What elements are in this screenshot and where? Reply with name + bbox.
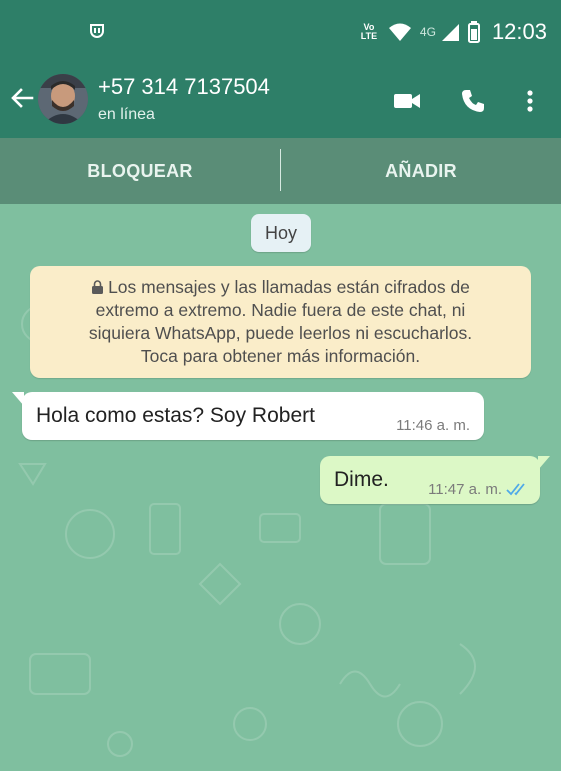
message-time: 11:47 a. m. [428, 481, 502, 498]
lock-icon [92, 280, 104, 294]
status-bar: Vo LTE 4G 12:03 [0, 0, 561, 62]
message-time: 11:46 a. m. [396, 417, 470, 434]
add-contact-button[interactable]: AÑADIR [281, 138, 561, 204]
encryption-notice-line-2: extremo a extremo. Nadie fuera de este c… [95, 300, 466, 320]
contact-status: en línea [98, 106, 155, 123]
video-call-icon[interactable] [392, 86, 422, 116]
back-arrow-icon[interactable] [8, 84, 36, 112]
battery-icon [467, 21, 480, 43]
message-text: Dime. [334, 468, 389, 491]
avatar[interactable] [38, 74, 88, 124]
encryption-notice-line-1: Los mensajes y las llamadas están cifrad… [40, 276, 521, 299]
more-vert-icon[interactable] [515, 86, 545, 116]
encryption-notice[interactable]: Los mensajes y las llamadas están cifrad… [30, 266, 531, 378]
encryption-notice-line-3: siquiera WhatsApp, puede leerlos ni escu… [88, 323, 473, 343]
clock: 12:03 [491, 19, 547, 44]
outgoing-message[interactable]: Dime. 11:47 a. m. [320, 456, 550, 504]
bubble-tail [12, 392, 24, 406]
bubble-tail [538, 456, 550, 470]
encryption-notice-line-4: Toca para obtener más información. [140, 346, 421, 366]
volte-bottom: LTE [360, 31, 378, 41]
read-double-check-icon [506, 483, 525, 496]
network-type: 4G [419, 25, 436, 39]
status-icons: Vo LTE 4G 12:03 [358, 18, 547, 46]
chat-area[interactable]: Hoy Los mensajes y las llamadas están ci… [0, 204, 561, 771]
encryption-notice-text-1: Los mensajes y las llamadas están cifrad… [108, 277, 470, 297]
wifi-icon [388, 23, 411, 41]
incoming-message[interactable]: Hola como estas? Soy Robert 11:46 a. m. [12, 392, 484, 440]
contact-name[interactable]: +57 314 7137504 [98, 74, 270, 100]
signal-icon [441, 24, 459, 41]
chat-header: +57 314 7137504 en línea [0, 62, 561, 138]
phone-icon[interactable] [458, 86, 488, 116]
block-button[interactable]: BLOQUEAR [0, 138, 280, 204]
date-chip: Hoy [251, 214, 311, 252]
message-text: Hola como estas? Soy Robert [36, 404, 315, 427]
avatar-photo [38, 74, 88, 124]
mi-notification-icon [90, 24, 104, 38]
unknown-contact-actions: BLOQUEAR AÑADIR [0, 138, 561, 204]
volte-indicator: Vo LTE [358, 23, 380, 41]
